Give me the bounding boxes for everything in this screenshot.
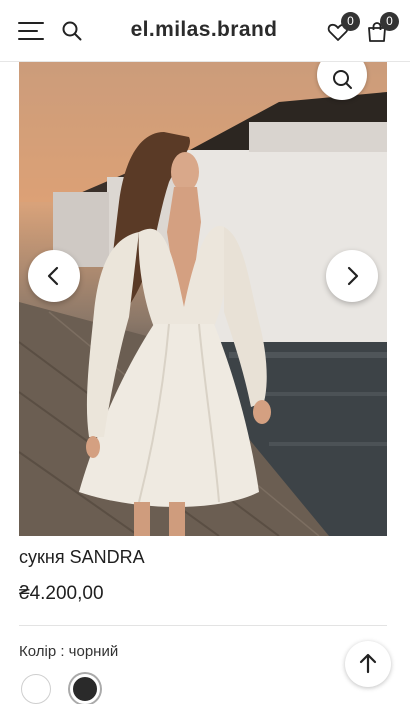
hamburger-menu-icon[interactable] <box>18 21 44 41</box>
wishlist-button[interactable]: 0 <box>326 12 360 44</box>
cart-count-badge: 0 <box>380 12 399 31</box>
chevron-right-icon <box>347 266 359 286</box>
wishlist-count-badge: 0 <box>341 12 360 31</box>
product-image-gallery[interactable] <box>19 62 387 536</box>
gallery-prev-button[interactable] <box>28 250 80 302</box>
site-header: el.milas.brand 0 0 <box>0 0 410 62</box>
chevron-left-icon <box>47 266 59 286</box>
cart-button[interactable]: 0 <box>365 12 399 44</box>
product-title: сукня SANDRA <box>19 547 145 567</box>
scroll-to-top-button[interactable] <box>345 641 391 687</box>
gallery-next-button[interactable] <box>326 250 378 302</box>
arrow-up-icon <box>359 653 377 674</box>
search-icon[interactable] <box>62 21 82 41</box>
zoom-icon <box>333 70 352 89</box>
color-label: Колір : чорний <box>19 643 119 660</box>
divider <box>19 625 387 626</box>
zoom-button[interactable] <box>317 62 367 100</box>
brand-logo[interactable]: el.milas.brand <box>104 18 304 42</box>
product-price: ₴4.200,00 <box>19 583 104 604</box>
